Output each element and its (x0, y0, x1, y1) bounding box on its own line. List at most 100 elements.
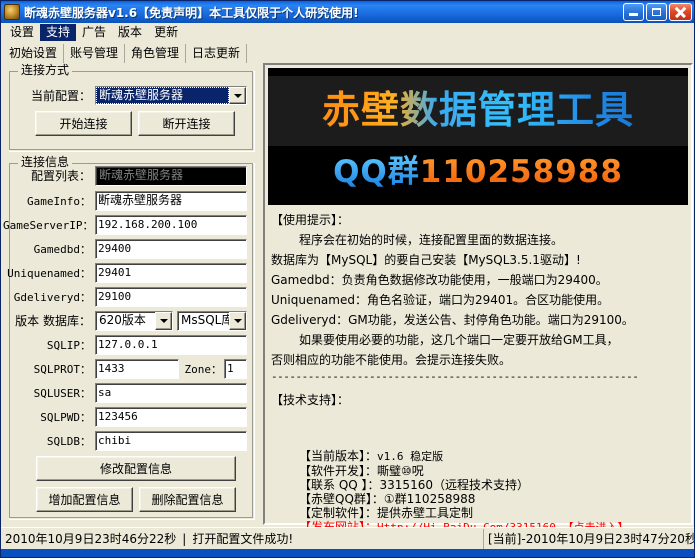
uniquenamed-label: Uniquenamed： (5, 266, 91, 281)
close-button[interactable] (669, 3, 692, 21)
menu-item-settings[interactable]: 设置 (4, 24, 40, 41)
tab-account-management[interactable]: 账号管理 (64, 44, 125, 63)
modify-config-button[interactable]: 修改配置信息 (36, 456, 236, 481)
right-panel: 赤壁数据管理工具 QQ群110258988 【使用提示】： 程序会在初始的时候，… (263, 63, 693, 525)
menu-item-update[interactable]: 更新 (148, 24, 184, 41)
help-line-1: 数据库为【MySQL】的要自己安装【MySQL3.5.1驱动】! (271, 250, 686, 270)
chevron-down-icon (160, 319, 168, 323)
tab-role-management[interactable]: 角色管理 (125, 44, 186, 63)
gamedbd-input[interactable]: 29400 (95, 239, 247, 259)
status-bar: 2010年10月9日23时46分22秒 | 打开配置文件成功! [当前]-201… (1, 527, 694, 549)
status-message: 打开配置文件成功! (192, 530, 293, 547)
help-divider: ----------------------------------------… (271, 370, 686, 384)
status-left-cell: 2010年10月9日23时46分22秒 | 打开配置文件成功! (1, 529, 484, 549)
gameinfo-label: GameInfo： (9, 194, 91, 209)
help-line-5: 如果要使用必要的功能，这几个端口一定要开放给GM工具， (271, 330, 686, 350)
banner-qq-label: QQ群 (333, 154, 420, 190)
help-line-0: 程序会在初始的时候，连接配置里面的数据连接。 (271, 230, 686, 250)
menu-item-support[interactable]: 支持 (40, 24, 76, 41)
support-value-group: ①群110258988 (384, 492, 475, 506)
gameinfo-input[interactable]: 断魂赤壁服务器 (95, 191, 247, 211)
minimize-icon (629, 13, 638, 16)
zone-label: Zone： (184, 362, 222, 377)
status-timestamp: 2010年10月9日23时46分22秒 (5, 530, 176, 547)
add-config-button[interactable]: 增加配置信息 (36, 487, 133, 512)
support-heading: 【技术支持】： (271, 390, 686, 410)
config-list-label: 配置列表： (17, 169, 91, 184)
version-value: 620版本 (96, 312, 155, 330)
taskbar-strip (1, 549, 695, 557)
promo-banner: 赤壁数据管理工具 QQ群110258988 (268, 68, 688, 205)
help-line-2: Gamedbd：负责角色数据修改功能使用，一般端口为29400。 (271, 270, 686, 290)
help-line-3: Uniquenamed：角色名验证，端口为29401。合区功能使用。 (271, 290, 686, 310)
connection-info-group-title: 连接信息 (18, 156, 72, 169)
chevron-down-icon (234, 319, 242, 323)
sqlpwd-input[interactable]: 123456 (95, 407, 247, 427)
banner-qq-line: QQ群110258988 (268, 150, 688, 194)
chevron-down-icon (234, 94, 242, 98)
database-combobox[interactable]: MsSQL库 (177, 311, 247, 331)
current-config-value: 断魂赤壁服务器 (96, 87, 229, 104)
maximize-button[interactable] (646, 3, 667, 21)
menu-item-ads[interactable]: 广告 (76, 24, 112, 41)
support-value-developer: 嘶璧⑩呪 (377, 464, 424, 478)
gdeliveryd-label: Gdeliveryd： (7, 290, 91, 305)
connection-method-group-title: 连接方式 (18, 64, 72, 77)
minimize-button[interactable] (623, 3, 644, 21)
help-line-6: 否则相应的功能不能使用。会提示连接失败。 (271, 350, 686, 370)
sqlip-input[interactable]: 127.0.0.1 (95, 335, 247, 355)
delete-config-button[interactable]: 删除配置信息 (139, 487, 236, 512)
support-key-version: 【当前版本】： (299, 449, 377, 463)
sqlprot-input[interactable]: 1433 (95, 359, 179, 379)
window-controls (623, 3, 692, 21)
window-title: 断魂赤壁服务器v1.6【免责声明】本工具仅限于个人研究使用! (24, 4, 623, 21)
gamedbd-label: Gamedbd： (9, 242, 91, 257)
support-row-group: 【赤壁QQ群】：①群110258988 (299, 492, 628, 506)
gameserverip-input[interactable]: 192.168.200.100 (95, 215, 247, 235)
support-value-version: v1.6 稳定版 (377, 450, 443, 463)
support-row-custom: 【定制软件】：提供赤壁工具定制 (299, 506, 628, 520)
support-row-version: 【当前版本】：v1.6 稳定版 (299, 449, 628, 464)
sqlprot-label: SQLPROT： (13, 362, 91, 377)
support-row-qq: 【联系 QQ 】：3315160（远程技术支持） (299, 478, 628, 492)
current-config-label: 当前配置： (19, 89, 91, 104)
zone-input[interactable]: 1 (224, 359, 247, 379)
tab-initial-settings[interactable]: 初始设置 (3, 44, 64, 63)
support-value-qq: 3315160（远程技术支持） (380, 478, 529, 492)
start-connection-button[interactable]: 开始连接 (35, 111, 132, 136)
application-window: 断魂赤壁服务器v1.6【免责声明】本工具仅限于个人研究使用! 设置 支持 广告 … (0, 0, 695, 558)
menu-bar: 设置 支持 广告 版本 更新 (1, 23, 694, 42)
current-config-dropdown-button[interactable] (229, 87, 246, 104)
disconnect-button[interactable]: 断开连接 (138, 111, 235, 136)
config-list-item[interactable]: 断魂赤壁服务器 (96, 167, 246, 184)
gdeliveryd-input[interactable]: 29100 (95, 287, 247, 307)
support-info-block: 【当前版本】：v1.6 稳定版 【软件开发】：嘶璧⑩呪 【联系 QQ 】：331… (299, 449, 628, 535)
version-dropdown-button[interactable] (155, 312, 172, 330)
uniquenamed-input[interactable]: 29401 (95, 263, 247, 283)
support-value-custom: 提供赤壁工具定制 (377, 506, 473, 520)
help-text-block: 【使用提示】： 程序会在初始的时候，连接配置里面的数据连接。 数据库为【MySQ… (271, 210, 686, 410)
config-list-listbox[interactable]: 断魂赤壁服务器 (95, 166, 247, 186)
banner-qq-number: 110258988 (420, 154, 623, 190)
banner-title: 赤壁数据管理工具 (268, 80, 688, 140)
version-db-label: 版本 数据库： (11, 314, 91, 329)
sqldb-input[interactable]: chibi (95, 431, 247, 451)
current-config-combobox[interactable]: 断魂赤壁服务器 (95, 86, 247, 105)
database-dropdown-button[interactable] (229, 312, 246, 330)
app-icon (4, 4, 20, 20)
main-content: 连接方式 当前配置： 断魂赤壁服务器 开始连接 断开连接 连接信息 配置列表： … (1, 63, 695, 527)
left-panel: 连接方式 当前配置： 断魂赤壁服务器 开始连接 断开连接 连接信息 配置列表： … (3, 63, 261, 525)
sqluser-label: SQLUSER： (13, 386, 91, 401)
tab-log-update[interactable]: 日志更新 (186, 44, 247, 63)
tips-heading: 【使用提示】： (271, 210, 686, 230)
version-combobox[interactable]: 620版本 (95, 311, 173, 331)
status-separator: | (176, 532, 192, 546)
sqldb-label: SQLDB： (21, 434, 91, 449)
support-key-developer: 【软件开发】： (299, 464, 377, 478)
menu-item-version[interactable]: 版本 (112, 24, 148, 41)
support-row-developer: 【软件开发】：嘶璧⑩呪 (299, 464, 628, 478)
title-bar: 断魂赤壁服务器v1.6【免责声明】本工具仅限于个人研究使用! (1, 1, 694, 23)
maximize-icon (652, 8, 661, 16)
sqlpwd-label: SQLPWD： (17, 410, 91, 425)
sqluser-input[interactable]: sa (95, 383, 247, 403)
